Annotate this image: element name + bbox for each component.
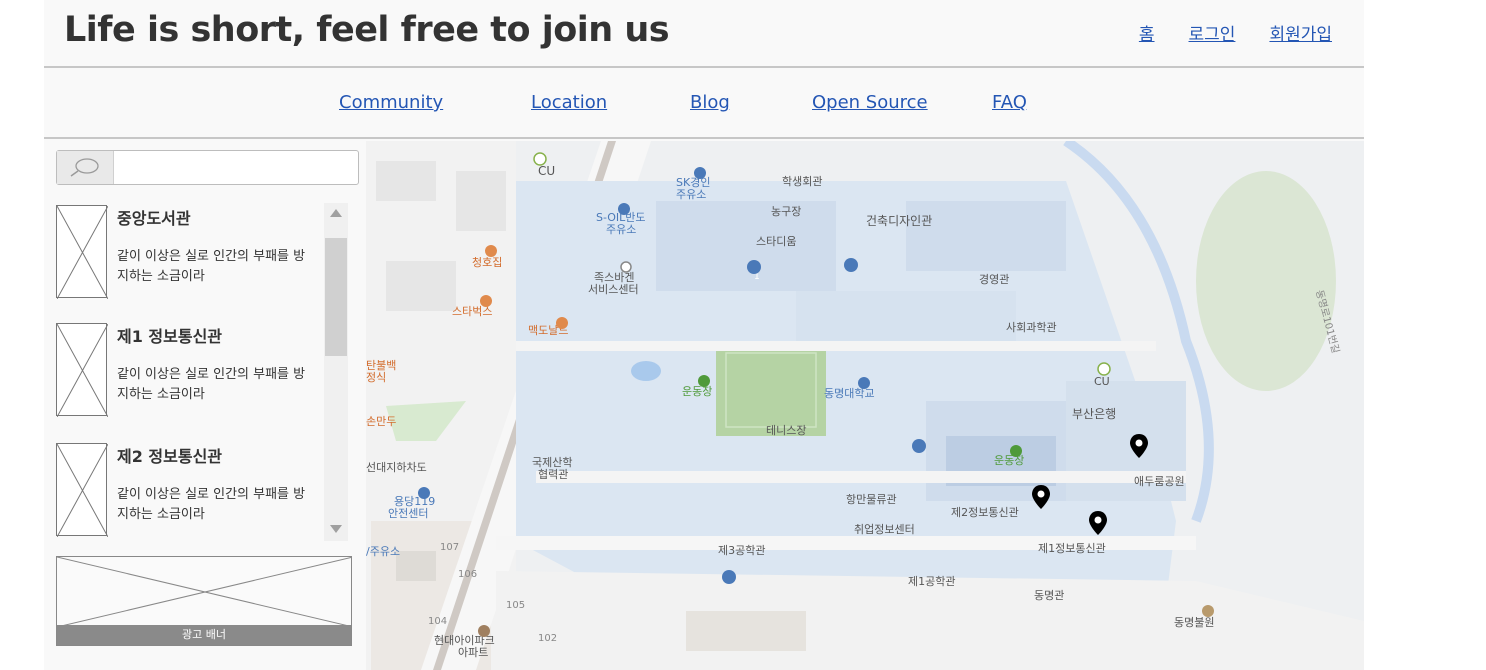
map-label: 106 xyxy=(458,569,477,580)
parking-icon xyxy=(722,570,736,584)
map-label: 107 xyxy=(440,542,459,553)
ad-banner[interactable]: 광고 배너 xyxy=(56,556,352,646)
list-item-description: 같이 이상은 실로 인간의 부패를 방지하는 소금이라 xyxy=(117,367,306,402)
map-label: 취업정보센터 xyxy=(854,523,915,536)
map-label: 경영관 xyxy=(979,273,1009,286)
location-list: 중앙도서관 같이 이상은 실로 인간의 부패를 방지하는 소금이라 제1 정보통… xyxy=(56,203,348,541)
campus-map[interactable]: CU SK경인 주유소 학생회관 농구장 S-OIL반도 주유소 스타디움 건축… xyxy=(366,141,1364,670)
map-label: 안전센터 xyxy=(388,507,428,520)
list-item-description: 같이 이상은 실로 인간의 부패를 방지하는 소금이라 xyxy=(117,249,306,284)
list-item-description: 같이 이상은 실로 인간의 부패를 방지하는 소금이라 xyxy=(117,487,306,522)
convenience-store-icon xyxy=(1097,362,1111,376)
map-label: 항만물류관 xyxy=(846,493,897,506)
list-item-title: 제1 정보통신관 xyxy=(117,327,223,346)
cafe-icon xyxy=(480,295,492,307)
map-label: 서비스센터 xyxy=(588,283,639,296)
map-label: 104 xyxy=(428,616,447,627)
restaurant-icon xyxy=(556,317,568,329)
main-nav: Community Location Blog Open Source FAQ xyxy=(44,70,1364,139)
parking-icon xyxy=(912,439,926,453)
map-label: CU xyxy=(538,164,555,178)
map-label: 손만두 xyxy=(366,415,396,428)
map-label: 운동장 xyxy=(994,454,1024,467)
gas-station-icon xyxy=(694,167,706,179)
thumbnail-image xyxy=(56,443,108,537)
list-item-title: 중앙도서관 xyxy=(117,209,191,228)
nav-blog[interactable]: Blog xyxy=(690,92,730,113)
parking-icon xyxy=(844,258,858,272)
map-label: 제3공학관 xyxy=(718,544,765,557)
ad-banner-label: 광고 배너 xyxy=(57,625,351,645)
search-icon[interactable] xyxy=(57,151,114,184)
convenience-store-icon xyxy=(533,152,547,166)
site-title: Life is short, feel free to join us xyxy=(64,10,670,50)
map-label: 아파트 xyxy=(458,646,488,659)
map-label: 동명관 xyxy=(1034,589,1064,602)
map-label: 제1정보통신관 xyxy=(1038,542,1106,555)
login-link[interactable]: 로그인 xyxy=(1189,20,1236,45)
map-label: 선대지하차도 xyxy=(366,460,427,474)
school-icon xyxy=(858,377,870,389)
map-label: /주유소 xyxy=(366,545,400,558)
map-label: 농구장 xyxy=(771,205,801,218)
map-label: 102 xyxy=(538,633,557,644)
map-label: 주유소 xyxy=(606,223,636,236)
site-header: Life is short, feel free to join us 홈 로그… xyxy=(44,0,1364,68)
map-label: 청호집 xyxy=(472,256,502,269)
fire-station-icon xyxy=(418,487,430,499)
nav-community[interactable]: Community xyxy=(339,92,443,113)
home-link[interactable]: 홈 xyxy=(1139,20,1155,45)
map-label: 테니스장 xyxy=(766,424,806,437)
nav-location[interactable]: Location xyxy=(531,92,607,113)
map-label: 제1공학관 xyxy=(908,575,955,588)
scroll-down-arrow-icon[interactable] xyxy=(330,525,342,533)
sports-icon xyxy=(1010,445,1022,457)
scroll-up-arrow-icon[interactable] xyxy=(330,209,342,217)
sports-icon xyxy=(698,375,710,387)
map-label: 협력관 xyxy=(538,468,568,481)
thumbnail-image xyxy=(56,323,108,417)
restaurant-icon xyxy=(485,245,497,257)
gas-station-icon xyxy=(618,203,630,215)
service-center-icon xyxy=(620,261,632,273)
map-label: 사회과학관 xyxy=(1006,321,1057,334)
map-label: 학생회관 xyxy=(782,175,822,188)
search-input[interactable] xyxy=(115,151,358,184)
map-label: 동명불원 xyxy=(1174,616,1214,629)
list-item-title: 제2 정보통신관 xyxy=(117,447,223,466)
list-item[interactable]: 제1 정보통신관 같이 이상은 실로 인간의 부패를 방지하는 소금이라 xyxy=(56,321,326,431)
map-label: 부산은행 xyxy=(1072,406,1116,421)
map-label: 105 xyxy=(506,600,525,611)
scroll-thumb[interactable] xyxy=(325,238,347,356)
list-item[interactable]: 제2 정보통신관 같이 이상은 실로 인간의 부패를 방지하는 소금이라 xyxy=(56,441,326,541)
apartment-icon xyxy=(478,625,490,637)
map-label: 스타디움 xyxy=(756,235,796,248)
page-frame: Life is short, feel free to join us 홈 로그… xyxy=(44,0,1364,670)
map-label: 정식 xyxy=(366,371,386,384)
map-label: 운동장 xyxy=(682,385,712,398)
map-label: 건축디자인관 xyxy=(866,214,932,228)
temple-icon xyxy=(1202,605,1214,617)
map-label: 주유소 xyxy=(676,188,706,201)
map-label: CU xyxy=(1094,375,1110,388)
sidebar: 중앙도서관 같이 이상은 실로 인간의 부패를 방지하는 소금이라 제1 정보통… xyxy=(44,141,366,670)
parking-icon xyxy=(747,260,761,274)
nav-open-source[interactable]: Open Source xyxy=(812,92,928,113)
nav-faq[interactable]: FAQ xyxy=(992,92,1027,113)
thumbnail-image xyxy=(56,205,108,299)
map-label: 동명대학교 xyxy=(824,387,875,400)
top-links: 홈 로그인 회원가입 xyxy=(1139,20,1332,45)
map-label: 애두룸공원 xyxy=(1134,475,1185,488)
search-box xyxy=(56,150,359,185)
map-label: 제2정보통신관 xyxy=(951,506,1019,519)
signup-link[interactable]: 회원가입 xyxy=(1269,20,1332,45)
list-scrollbar[interactable] xyxy=(324,203,348,541)
list-item[interactable]: 중앙도서관 같이 이상은 실로 인간의 부패를 방지하는 소금이라 xyxy=(56,203,326,313)
